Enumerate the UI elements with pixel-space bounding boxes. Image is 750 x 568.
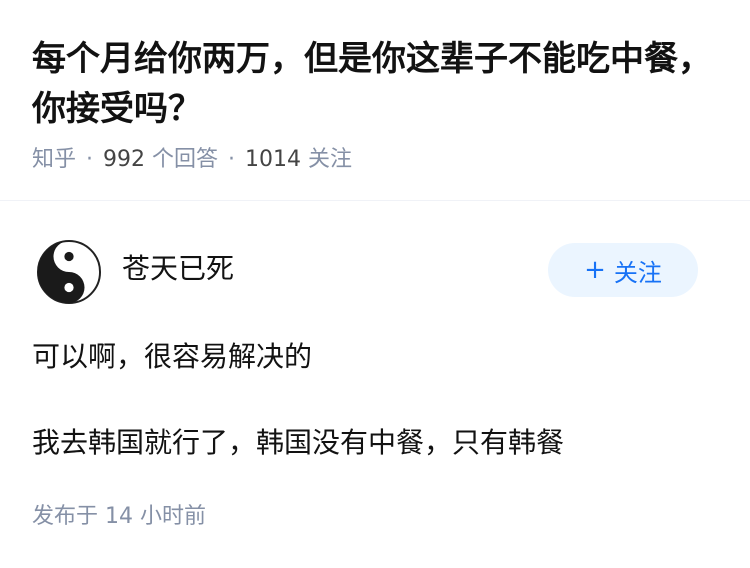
plus-icon: + xyxy=(584,255,606,285)
follow-button-label: 关注 xyxy=(613,258,662,287)
answer-card: 苍天已死 + 关注 可以啊，很容易解决的 我去韩国就行了，韩国没有中餐，只有韩餐… xyxy=(0,201,750,568)
question-meta: 知乎 · 992 个回答 · 1014 关注 xyxy=(32,144,352,176)
follow-count-label: 关注 xyxy=(308,147,353,172)
publish-time: 发布于 14 小时前 xyxy=(32,504,206,529)
follow-button[interactable]: + 关注 xyxy=(548,243,698,297)
answers-label: 个回答 xyxy=(152,147,219,172)
answers-count: 992 xyxy=(103,147,146,172)
separator-dot: · xyxy=(228,147,236,172)
separator-dot: · xyxy=(86,147,94,172)
follow-count: 1014 xyxy=(245,147,302,172)
avatar[interactable] xyxy=(36,239,102,305)
question-title[interactable]: 每个月给你两万，但是你这辈子不能吃中餐，你接受吗？ xyxy=(32,34,712,134)
source-label[interactable]: 知乎 xyxy=(32,147,76,172)
answer-paragraph: 我去韩国就行了，韩国没有中餐，只有韩餐 xyxy=(32,426,565,459)
answer-paragraph: 可以啊，很容易解决的 xyxy=(32,340,313,373)
question-header: 每个月给你两万，但是你这辈子不能吃中餐，你接受吗？ 知乎 · 992 个回答 · 101… xyxy=(0,0,750,200)
yin-yang-icon xyxy=(36,239,102,305)
author-name[interactable]: 苍天已死 xyxy=(122,251,234,287)
